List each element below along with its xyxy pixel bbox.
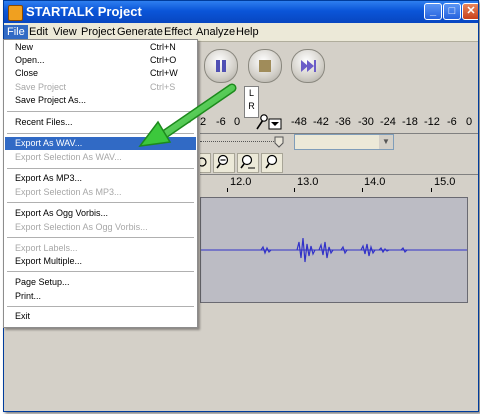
menu-item-label: Page Setup...	[15, 277, 70, 287]
menu-item-close[interactable]: Close Ctrl+W	[5, 67, 196, 80]
skip-to-end-button[interactable]	[291, 49, 325, 83]
menu-item-label: Exit	[15, 311, 31, 321]
menu-item-exit[interactable]: Exit	[5, 310, 196, 323]
menu-separator	[7, 168, 194, 169]
menu-item-print[interactable]: Print...	[5, 290, 196, 303]
meter-scale-value: -30	[358, 116, 374, 128]
menu-item-label: Export Selection As Ogg Vorbis...	[15, 222, 148, 232]
title-bar[interactable]: STARTALK Project _ □ ✕	[4, 1, 478, 23]
meter-scale-value: 0	[234, 116, 241, 128]
menu-separator	[7, 202, 194, 203]
meter-scale-value: -36	[335, 116, 351, 128]
meter-scale-value: -6	[216, 116, 226, 128]
timeline-ruler[interactable]: 12.0 13.0 14.0 15.0	[200, 174, 478, 193]
menu-item-export-multiple[interactable]: Export Multiple...	[5, 255, 196, 268]
zoom-in-partial-icon[interactable]	[197, 153, 211, 173]
zoom-out-button[interactable]	[213, 153, 235, 173]
menu-item-page-setup[interactable]: Page Setup...	[5, 276, 196, 289]
menu-help[interactable]: Help	[233, 25, 262, 39]
submenu-arrow-icon: ▶	[184, 117, 191, 126]
menu-item-label: Open...	[15, 55, 45, 65]
menu-item-export-selection-as-mp3: Export Selection As MP3...	[5, 186, 196, 199]
app-icon	[8, 5, 23, 21]
menu-item-label: Save Project	[15, 82, 67, 92]
pause-icon	[205, 50, 237, 82]
stop-icon	[249, 50, 281, 82]
menu-item-shortcut: Ctrl+O	[150, 55, 177, 65]
menu-item-label: Save Project As...	[15, 95, 87, 105]
menu-item-export-selection-as-wav: Export Selection As WAV...	[5, 151, 196, 164]
fit-project-button[interactable]	[261, 153, 283, 173]
volume-slider-track[interactable]	[200, 141, 280, 143]
menu-item-shortcut: Ctrl+N	[150, 42, 176, 52]
menu-item-export-labels: Export Labels...	[5, 242, 196, 255]
menu-item-open[interactable]: Open... Ctrl+O	[5, 54, 196, 67]
meter-l-label: L	[248, 88, 254, 98]
device-select[interactable]: ▼	[294, 134, 394, 150]
meter-scale-value: -6	[447, 116, 457, 128]
meter-scale-value: -24	[380, 116, 396, 128]
menu-file[interactable]: File	[4, 25, 28, 39]
meter-scale-value: 0	[466, 116, 473, 128]
menu-item-shortcut: Ctrl+W	[150, 68, 178, 78]
menu-view[interactable]: View	[50, 25, 80, 39]
minimize-button[interactable]: _	[424, 3, 442, 20]
chevron-down-icon[interactable]: ▼	[379, 135, 393, 149]
menu-item-label: Print...	[15, 291, 42, 301]
menu-item-label: Export As Ogg Vorbis...	[15, 208, 109, 218]
menu-separator	[7, 133, 194, 134]
menu-generate[interactable]: Generate	[114, 25, 166, 39]
menu-item-label: Export Labels...	[15, 243, 78, 253]
ruler-label: 13.0	[297, 176, 319, 188]
stop-button[interactable]	[248, 49, 282, 83]
menu-effect[interactable]: Effect	[161, 25, 195, 39]
menu-separator	[7, 237, 194, 238]
menu-edit[interactable]: Edit	[26, 25, 51, 39]
window-title: STARTALK Project	[26, 4, 142, 19]
file-menu-dropdown: New Ctrl+N Open... Ctrl+O Close Ctrl+W S…	[3, 39, 198, 328]
menu-item-label: Export Selection As MP3...	[15, 187, 122, 197]
meter-scale-value: -42	[313, 116, 329, 128]
menu-separator	[7, 111, 194, 112]
menu-separator	[7, 271, 194, 272]
waveform	[201, 237, 467, 263]
ruler-label: 15.0	[434, 176, 456, 188]
audio-track[interactable]	[200, 197, 468, 303]
menu-item-export-as-wav[interactable]: Export As WAV...	[5, 137, 196, 150]
menu-item-label: Export As MP3...	[15, 173, 83, 183]
menu-item-label: Export Selection As WAV...	[15, 152, 122, 162]
menu-item-save-project: Save Project Ctrl+S	[5, 81, 196, 94]
menu-item-new[interactable]: New Ctrl+N	[5, 41, 196, 54]
menu-item-label: Recent Files...	[15, 117, 73, 127]
ruler-label: 12.0	[230, 176, 252, 188]
ruler-label: 14.0	[364, 176, 386, 188]
meter-scale-value: -48	[291, 116, 307, 128]
pause-button[interactable]	[204, 49, 238, 83]
menu-item-label: Close	[15, 68, 39, 78]
menu-item-label: Export As WAV...	[15, 138, 83, 148]
menu-item-save-project-as[interactable]: Save Project As...	[5, 94, 196, 107]
menu-project[interactable]: Project	[78, 25, 118, 39]
menu-item-export-as-ogg[interactable]: Export As Ogg Vorbis...	[5, 207, 196, 220]
volume-slider-thumb[interactable]	[274, 135, 284, 153]
meter-scale-value: 2	[200, 116, 207, 128]
menu-item-export-as-mp3[interactable]: Export As MP3...	[5, 172, 196, 185]
close-button[interactable]: ✕	[462, 3, 478, 20]
fit-selection-button[interactable]	[237, 153, 259, 173]
menu-item-label: New	[15, 42, 34, 52]
menu-item-recent-files[interactable]: Recent Files... ▶	[5, 116, 196, 129]
maximize-button[interactable]: □	[443, 3, 461, 20]
menu-item-shortcut: Ctrl+S	[150, 82, 176, 92]
menu-item-label: Export Multiple...	[15, 256, 83, 266]
menu-item-export-selection-as-ogg: Export Selection As Ogg Vorbis...	[5, 221, 196, 234]
skip-to-end-icon	[292, 50, 324, 82]
meter-scale-value: -12	[424, 116, 440, 128]
meter-scale-value: -18	[402, 116, 418, 128]
menu-separator	[7, 306, 194, 307]
menu-analyze[interactable]: Analyze	[193, 25, 238, 39]
